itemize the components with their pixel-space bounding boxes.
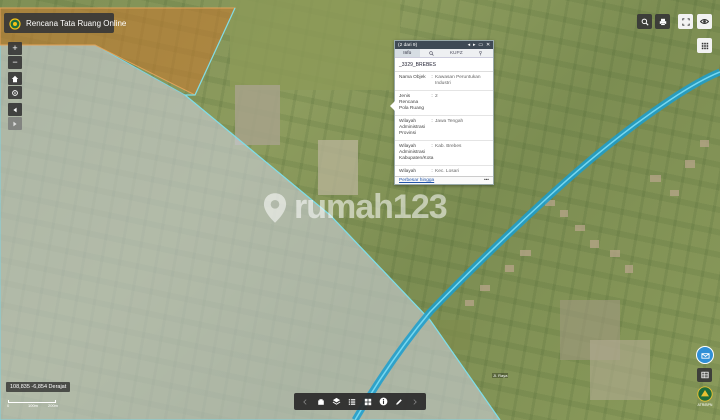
atr-bpn-logo: ATR/BPN [694, 386, 716, 408]
scale-label: 0 [7, 403, 10, 408]
print-button[interactable] [655, 14, 670, 29]
print-icon [659, 18, 666, 25]
tab-pin[interactable] [469, 49, 494, 57]
popup-header-controls: ◂ ▸ ▭ ✕ [468, 43, 490, 48]
scale-label: 100m [28, 403, 39, 408]
arrow-right-icon [13, 121, 17, 126]
toolbar-prev-button[interactable] [299, 396, 311, 408]
arrow-left-icon [13, 107, 17, 112]
feature-popup: (2 dari 9) ◂ ▸ ▭ ✕ Info KUPZ _3329_BREBE… [390, 40, 494, 185]
basemap-icon [317, 398, 324, 405]
grid-icon [364, 398, 372, 405]
app-title: Rencana Tata Ruang Online [26, 18, 127, 28]
popup-counter: (2 dari 9) [398, 42, 418, 48]
popup-layer-name: _3329_BREBES [395, 58, 493, 72]
watermark-text: rumah123 [294, 188, 448, 226]
popup-pointer [390, 101, 395, 111]
search-button[interactable] [637, 14, 652, 29]
popup-dock-button[interactable]: ▭ [478, 43, 483, 48]
zoom-to-link[interactable]: Perbesar hingga [399, 178, 434, 183]
contact-button[interactable] [696, 346, 714, 364]
attribute-row: Wilayah Administrasi Provinsi : Jawa Ten… [395, 116, 493, 141]
popup-tabs: Info KUPZ [395, 49, 493, 58]
draw-button[interactable] [393, 396, 405, 408]
popup-header: (2 dari 9) ◂ ▸ ▭ ✕ [395, 41, 493, 49]
attribute-key: Jenis Rencana Pola Ruang [399, 94, 425, 111]
nav-controls [8, 72, 22, 99]
prev-arrow-icon [303, 398, 307, 405]
popup-close-button[interactable]: ✕ [486, 43, 490, 48]
grid-view-button[interactable] [362, 396, 374, 408]
attribute-table-button[interactable] [697, 368, 712, 382]
tab-info[interactable]: Info [395, 49, 420, 57]
attribute-value: Jawa Tengah [435, 119, 464, 124]
attribute-row: Jenis Rencana Pola Ruang : 2 [395, 91, 493, 116]
home-icon [11, 75, 19, 82]
popup-next-button[interactable]: ▸ [473, 43, 475, 48]
atr-logo-label: ATR/BPN [697, 403, 713, 407]
mail-icon [700, 352, 710, 359]
table-icon [700, 371, 709, 379]
history-controls [8, 103, 22, 130]
scale-label: 200m [48, 403, 59, 408]
app-title-bar: Rencana Tata Ruang Online [4, 13, 126, 33]
popup-attribute-list: Nama Objek : Kawasan Peruntukan Industri… [395, 72, 493, 180]
popup-prev-button[interactable]: ◂ [468, 43, 470, 48]
atr-logo-icon [697, 386, 713, 402]
zoom-out-button[interactable]: − [8, 56, 22, 69]
next-arrow-icon [413, 398, 417, 405]
edit-icon [396, 398, 403, 405]
info-button[interactable] [378, 396, 390, 408]
popup-more-button[interactable]: ••• [484, 178, 489, 183]
attribute-row: Nama Objek : Kawasan Peruntukan Industri [395, 72, 493, 91]
home-button[interactable] [8, 72, 22, 85]
pin-icon [479, 51, 483, 56]
app-logo-icon [9, 17, 21, 30]
attribute-key: Wilayah Administrasi Kabupaten/Kota [399, 144, 434, 161]
info-icon [379, 397, 388, 406]
watermark-pin-icon [263, 192, 287, 223]
basemap-button[interactable] [315, 396, 327, 408]
tab-kupz[interactable]: KUPZ [444, 49, 469, 57]
search-icon [641, 18, 649, 26]
attribute-value: Kab. Brebes [435, 144, 462, 149]
fullscreen-button[interactable] [678, 14, 693, 29]
forward-button[interactable] [8, 117, 22, 130]
attribute-row: Wilayah Administrasi Kabupaten/Kota : Ka… [395, 141, 493, 166]
fullscreen-icon [681, 17, 690, 26]
visibility-button[interactable] [697, 14, 712, 29]
attribute-key: Nama Objek [399, 75, 426, 80]
zoom-to-icon [429, 51, 434, 56]
watermark: rumah123 [262, 188, 448, 227]
legend-list-icon [348, 398, 356, 405]
layers-button[interactable] [330, 396, 342, 408]
toolbar-next-button[interactable] [409, 396, 421, 408]
map-canvas[interactable]: Rencana Tata Ruang Online + − (2 dari 9)… [0, 0, 720, 420]
attribute-value: Kawasan Peruntukan Industri [435, 75, 481, 86]
locate-button[interactable] [8, 86, 22, 99]
grid-menu-icon [701, 42, 708, 49]
zoom-controls: + − [8, 42, 22, 69]
bottom-toolbar [294, 393, 426, 410]
zoom-in-button[interactable]: + [8, 42, 22, 55]
menu-button[interactable] [697, 38, 712, 53]
scale-bar: 0 100m 200m [7, 398, 59, 408]
road-label: Jl. Raya [492, 373, 509, 378]
layers-icon [332, 397, 341, 405]
attribute-value: 2 [435, 94, 438, 99]
tab-zoom[interactable] [420, 49, 445, 57]
popup-footer: Perbesar hingga ••• [395, 176, 493, 184]
back-button[interactable] [8, 103, 22, 116]
eye-icon [700, 19, 709, 24]
locate-icon [12, 89, 18, 96]
legend-button[interactable] [346, 396, 358, 408]
attribute-key: Wilayah Administrasi Provinsi [399, 119, 426, 136]
coordinate-readout: 108,835 -6,854 Derajat [6, 382, 71, 392]
